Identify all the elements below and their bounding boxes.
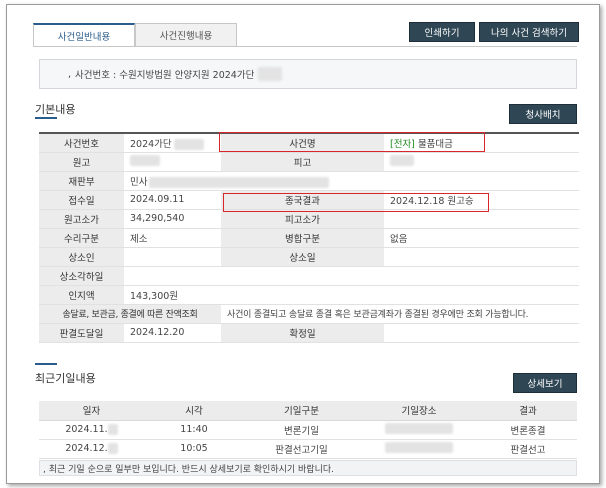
table-row: 인지액 143,300원	[39, 285, 579, 305]
col-header-date: 일자	[39, 401, 144, 421]
col-header-place: 기일장소	[359, 401, 479, 421]
hearing-result: 판결선고	[479, 439, 577, 459]
value-case-no: 2024가단	[124, 132, 221, 153]
value-stamp-fee: 143,300원	[124, 285, 579, 305]
table-row: 재판부 민사	[39, 171, 579, 191]
label-appeal-dismissal-date: 상소각하일	[39, 266, 124, 286]
label-judgment-delivery-date: 판결도달일	[39, 323, 124, 343]
my-case-search-button[interactable]: 나의 사건 검색하기	[479, 22, 579, 42]
hearing-type: 판결선고기일	[244, 439, 359, 459]
recent-hearing-note: , 최근 기일 순으로 일부만 보입니다. 반드시 상세보기로 확인하시기 바랍…	[39, 460, 577, 476]
print-button[interactable]: 인쇄하기	[409, 22, 475, 42]
table-row: 2024.11. 11:40 변론기일 변론종결	[39, 420, 577, 440]
case-number-box: , 사건번호 : 수원지방법원 안양지원 2024가단	[39, 59, 577, 89]
basic-info-table: 사건번호 2024가단 사건명 [전자] 물품대금 원고 피고 재판부 민사 접…	[39, 132, 579, 343]
value-appeal-date	[384, 247, 579, 267]
bullet: ,	[68, 68, 72, 80]
table-row: 송달료, 보관금, 종결에 따른 잔액조회 사건이 종결되고 송달료 종결 혹은…	[39, 304, 579, 324]
tab-bar: 사건일반내용 사건진행내용	[33, 23, 237, 47]
case-detail-window: 사건일반내용 사건진행내용 인쇄하기 나의 사건 검색하기 , 사건번호 : 수…	[6, 4, 600, 484]
col-header-result: 결과	[479, 401, 577, 421]
basic-info-underline	[35, 117, 57, 119]
recent-hearing-line	[35, 363, 57, 365]
hearing-type: 변론기일	[244, 420, 359, 440]
label-filing-date: 접수일	[39, 190, 124, 210]
table-header-row: 일자 시각 기일구분 기일장소 결과	[39, 401, 577, 421]
hearing-date: 2024.11.	[39, 420, 144, 440]
hearing-result: 변론종결	[479, 420, 577, 440]
table-row: 2024.12. 10:05 판결선고기일 판결선고	[39, 439, 577, 459]
col-header-type: 기일구분	[244, 401, 359, 421]
value-filing-date: 2024.09.11	[124, 190, 221, 210]
tab-divider	[33, 46, 577, 47]
value-merge-type: 없음	[384, 228, 579, 248]
label-case-no: 사건번호	[39, 132, 124, 153]
value-court-division: 민사	[124, 171, 579, 191]
table-row: 원고 피고	[39, 152, 579, 172]
value-appeal-dismissal-date	[124, 266, 579, 286]
hearing-time: 11:40	[144, 420, 244, 440]
label-receipt-type: 수리구분	[39, 228, 124, 248]
hearing-date: 2024.12.	[39, 439, 144, 459]
col-header-time: 시각	[144, 401, 244, 421]
tab-case-progress[interactable]: 사건진행내용	[135, 23, 237, 47]
label-court-division: 재판부	[39, 171, 124, 191]
label-balance-inquiry: 송달료, 보관금, 종결에 따른 잔액조회	[39, 304, 221, 324]
hearing-place	[359, 439, 479, 459]
value-defendant	[384, 152, 579, 172]
label-stamp-fee: 인지액	[39, 285, 124, 305]
label-defendant: 피고	[221, 152, 384, 172]
highlight-final-result	[223, 193, 489, 212]
basic-info-title: 기본내용	[35, 103, 76, 116]
value-plaintiff	[124, 152, 221, 172]
label-plaintiff-claim: 원고소가	[39, 209, 124, 229]
label-appeal-date: 상소일	[221, 247, 384, 267]
case-number-text: 사건번호 : 수원지방법원 안양지원 2024가단	[75, 70, 255, 81]
tab-case-general[interactable]: 사건일반내용	[33, 23, 135, 47]
label-merge-type: 병합구분	[221, 228, 384, 248]
table-row: 상소인 상소일	[39, 247, 579, 267]
value-judgment-delivery-date: 2024.12.20	[124, 323, 221, 343]
highlight-case-name	[219, 132, 485, 152]
value-balance-inquiry: 사건이 종결되고 송달료 종결 혹은 보관금계좌가 종결된 경우에만 조회 가능…	[221, 304, 579, 324]
value-finalized-date	[384, 323, 579, 343]
value-receipt-type: 제소	[124, 228, 221, 248]
table-row: 수리구분 제소 병합구분 없음	[39, 228, 579, 248]
cheongsa-button[interactable]: 청사배치	[509, 104, 577, 124]
label-appellant: 상소인	[39, 247, 124, 267]
table-row: 판결도달일 2024.12.20 확정일	[39, 323, 579, 343]
hearing-time: 10:05	[144, 439, 244, 459]
label-plaintiff: 원고	[39, 152, 124, 172]
value-plaintiff-claim: 34,290,540	[124, 209, 221, 229]
recent-hearing-title: 최근기일내용	[35, 372, 96, 385]
recent-hearing-table: 일자 시각 기일구분 기일장소 결과 2024.11. 11:40 변론기일 변…	[39, 401, 577, 459]
redacted-case-no	[258, 67, 283, 81]
table-row: 상소각하일	[39, 266, 579, 286]
label-finalized-date: 확정일	[221, 323, 384, 343]
hearing-place	[359, 420, 479, 440]
value-appellant	[124, 247, 221, 267]
detail-view-button[interactable]: 상세보기	[513, 373, 577, 393]
